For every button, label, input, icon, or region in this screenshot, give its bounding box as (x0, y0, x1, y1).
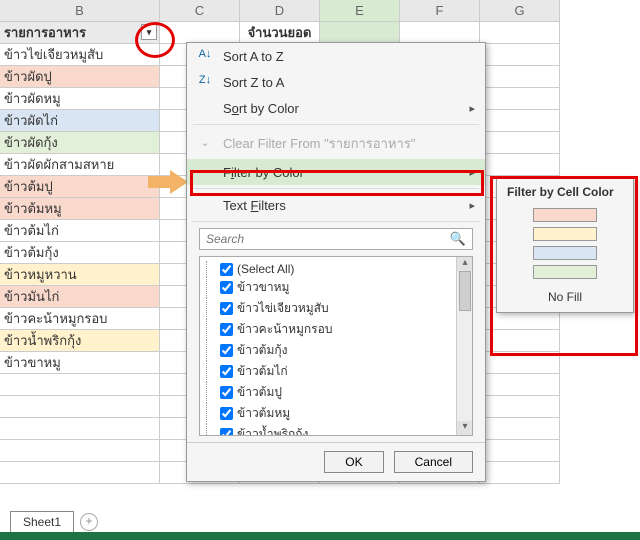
col-header-D[interactable]: D (240, 0, 320, 22)
header-cell-qty[interactable]: จำนวนยอด (240, 22, 320, 44)
filter-check-item[interactable]: ข้าวต้มหมู (202, 403, 470, 424)
add-sheet-button[interactable]: + (80, 513, 98, 531)
data-cell[interactable]: ข้าวต้มกุ้ง (0, 242, 160, 264)
data-cell[interactable]: ข้าวต้มหมู (0, 198, 160, 220)
sort-za-icon: Z↓ (197, 74, 213, 90)
scroll-up[interactable]: ▴ (457, 257, 473, 271)
text-filters[interactable]: Text Filters▸ (187, 192, 485, 218)
no-fill-option[interactable]: No Fill (497, 284, 633, 312)
filter-by-color[interactable]: Filter by Color▸ (187, 159, 485, 185)
scroll-down[interactable]: ▾ (457, 421, 473, 435)
annotation-arrow (148, 170, 188, 194)
data-cell[interactable]: ข้าวหมูหวาน (0, 264, 160, 286)
sort-by-color[interactable]: Sort by Color▸ (187, 95, 485, 121)
data-cell[interactable]: ข้าวคะน้าหมูกรอบ (0, 308, 160, 330)
chevron-right-icon: ▸ (469, 199, 475, 212)
color-swatch[interactable] (533, 208, 597, 222)
filter-check-item[interactable]: ข้าวต้มกุ้ง (202, 340, 470, 361)
filter-check-item[interactable]: (Select All) (202, 261, 470, 277)
status-bar (0, 532, 640, 540)
filter-check-item[interactable]: ข้าวต้มไก่ (202, 361, 470, 382)
filter-checklist[interactable]: (Select All)ข้าวขาหมูข้าวไข่เจียวหมูสับข… (199, 256, 473, 436)
col-header-G[interactable]: G (480, 0, 560, 22)
cancel-button[interactable]: Cancel (394, 451, 473, 473)
data-cell[interactable]: ข้าวผัดไก่ (0, 110, 160, 132)
sheet-tabs: Sheet1 + (10, 511, 98, 532)
ok-button[interactable]: OK (324, 451, 383, 473)
data-cell[interactable]: ข้าวผัดปู (0, 66, 160, 88)
data-cell[interactable]: ข้าวมันไก่ (0, 286, 160, 308)
filter-check-item[interactable]: ข้าวน้ำพริกกุ้ง (202, 424, 470, 436)
sort-az-icon: A↓ (197, 48, 213, 64)
filter-color-submenu: Filter by Cell Color No Fill (496, 178, 634, 313)
header-cell-food[interactable]: รายการอาหาร ▾ (0, 22, 160, 44)
col-header-E[interactable]: E (320, 0, 400, 22)
sort-z-a[interactable]: Z↓Sort Z to A (187, 69, 485, 95)
col-header-C[interactable]: C (160, 0, 240, 22)
data-cell[interactable]: ข้าวผัดหมู (0, 88, 160, 110)
column-headers: BCDEFG (0, 0, 640, 22)
color-swatch[interactable] (533, 246, 597, 260)
clear-filter: ⌄Clear Filter From "รายการอาหาร" (187, 128, 485, 159)
search-icon: 🔍 (444, 231, 472, 247)
data-cell[interactable]: ข้าวไข่เจียวหมูสับ (0, 44, 160, 66)
color-swatch[interactable] (533, 265, 597, 279)
search-input[interactable] (200, 229, 444, 249)
selected-cell[interactable] (320, 22, 400, 44)
data-cell[interactable]: ข้าวต้มไก่ (0, 220, 160, 242)
submenu-title: Filter by Cell Color (497, 179, 633, 203)
filter-dropdown-button[interactable]: ▾ (141, 24, 157, 40)
tab-sheet1[interactable]: Sheet1 (10, 511, 74, 532)
chevron-right-icon: ▸ (469, 102, 475, 115)
data-cell[interactable]: ข้าวผัดผักสามสหาย (0, 154, 160, 176)
scroll-thumb[interactable] (459, 271, 471, 311)
search-box[interactable]: 🔍 (199, 228, 473, 250)
filter-check-item[interactable]: ข้าวต้มปู (202, 382, 470, 403)
data-cell[interactable]: ข้าวน้ำพริกกุ้ง (0, 330, 160, 352)
filter-check-item[interactable]: ข้าวคะน้าหมูกรอบ (202, 319, 470, 340)
filter-check-item[interactable]: ข้าวขาหมู (202, 277, 470, 298)
col-header-F[interactable]: F (400, 0, 480, 22)
filter-check-item[interactable]: ข้าวไข่เจียวหมูสับ (202, 298, 470, 319)
header-label: รายการอาหาร (4, 25, 86, 40)
data-cell[interactable]: ข้าวขาหมู (0, 352, 160, 374)
color-swatch[interactable] (533, 227, 597, 241)
col-header-B[interactable]: B (0, 0, 160, 22)
sort-a-z[interactable]: A↓Sort A to Z (187, 43, 485, 69)
filter-menu: A↓Sort A to Z Z↓Sort Z to A Sort by Colo… (186, 42, 486, 482)
checklist-scrollbar[interactable]: ▴ ▾ (456, 257, 472, 435)
chevron-right-icon: ▸ (469, 166, 475, 179)
data-cell[interactable]: ข้าวผัดกุ้ง (0, 132, 160, 154)
data-cell[interactable]: ข้าวต้มปู (0, 176, 160, 198)
funnel-clear-icon: ⌄ (197, 136, 213, 152)
